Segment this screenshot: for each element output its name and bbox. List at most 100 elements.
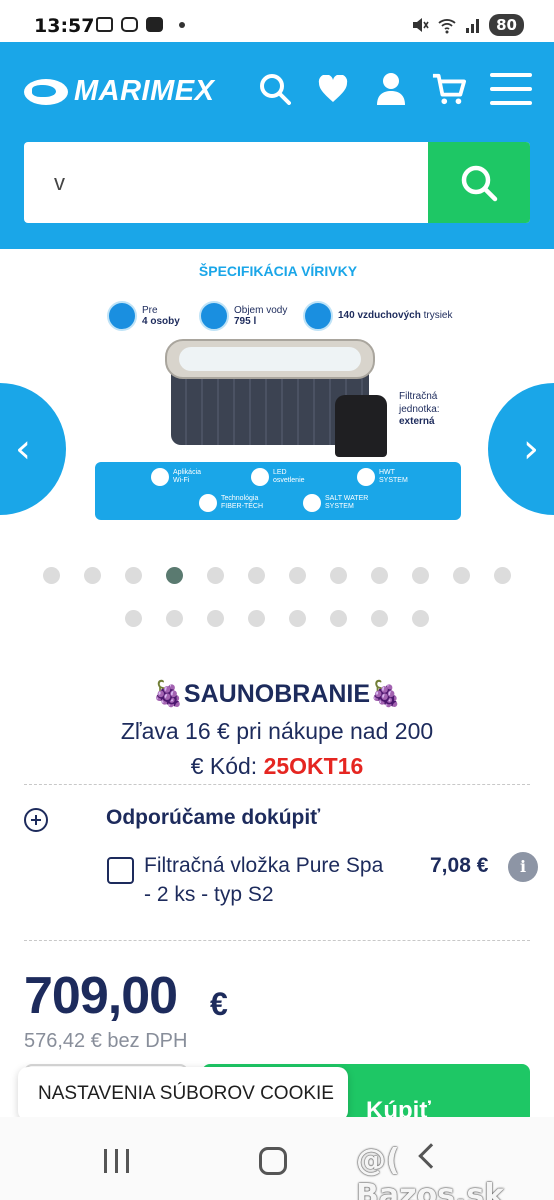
promo-line-2: € Kód: 25OKT16 bbox=[0, 753, 554, 780]
gallery-dot[interactable] bbox=[166, 610, 183, 627]
calendar-icon bbox=[96, 17, 113, 32]
search-input[interactable] bbox=[24, 142, 428, 223]
price-currency: € bbox=[210, 986, 228, 1022]
water-volume-icon bbox=[199, 301, 229, 331]
badge-fiber: Technológia FIBER-TECH bbox=[199, 494, 263, 512]
wifi-app-icon bbox=[151, 468, 169, 486]
promo-code: 25OKT16 bbox=[263, 753, 364, 779]
wifi-icon bbox=[438, 19, 456, 34]
instagram-icon bbox=[121, 17, 138, 32]
gallery-dot[interactable] bbox=[125, 567, 142, 584]
divider bbox=[24, 784, 530, 785]
gallery-image[interactable]: ŠPECIFIKÁCIA VÍRIVKY Pre 4 osoby Objem vo… bbox=[95, 257, 461, 527]
gallery-dot[interactable] bbox=[453, 567, 470, 584]
chevron-left-icon: ‹ bbox=[15, 426, 31, 472]
gallery-next-button[interactable]: › bbox=[488, 383, 554, 515]
gallery-dot[interactable] bbox=[289, 567, 306, 584]
product-price: 709,00 bbox=[24, 967, 178, 1025]
recommend-title[interactable]: Odporúčame dokúpiť bbox=[106, 806, 320, 830]
gallery-prev-button[interactable]: ‹ bbox=[0, 383, 66, 515]
gallery-dot[interactable] bbox=[330, 567, 347, 584]
hamburger-menu-icon bbox=[490, 73, 532, 105]
gallery-dot[interactable] bbox=[330, 610, 347, 627]
logo-text: MARIMEX bbox=[74, 75, 215, 107]
gallery-dot[interactable] bbox=[412, 567, 429, 584]
gallery-dot[interactable] bbox=[84, 567, 101, 584]
features-box: Aplikácia Wi-Fi LED osvetlenie HWT SYSTEM T… bbox=[95, 462, 461, 520]
search-bar bbox=[24, 142, 530, 223]
addon-item-name[interactable]: Filtračná vložka Pure Spa - 2 ks - typ S… bbox=[144, 852, 394, 910]
badge-hwt: HWT SYSTEM bbox=[357, 468, 408, 486]
search-submit-button[interactable] bbox=[428, 142, 530, 223]
divider bbox=[24, 940, 530, 941]
promo-line-1: Zľava 16 € pri nákupe nad 200 bbox=[120, 718, 434, 744]
search-icon bbox=[260, 74, 291, 105]
account-button[interactable] bbox=[374, 70, 408, 108]
promo-code-prefix: € Kód: bbox=[190, 753, 264, 779]
spec-jets: 140 vzduchových trysiek bbox=[303, 301, 453, 331]
cart-icon bbox=[432, 73, 466, 105]
volume-label: Objem vody bbox=[234, 304, 288, 316]
header-icons bbox=[258, 70, 532, 108]
gallery-dot[interactable] bbox=[494, 567, 511, 584]
addon-checkbox[interactable] bbox=[107, 857, 134, 884]
gallery-dot-active[interactable] bbox=[166, 567, 183, 584]
cookie-settings-button[interactable]: NASTAVENIA SÚBOROV COOKIE bbox=[18, 1067, 348, 1121]
fiber-tech-icon bbox=[199, 494, 217, 512]
battery-indicator: 80 bbox=[489, 14, 524, 36]
search-icon bbox=[461, 165, 498, 201]
globe-logo-icon bbox=[24, 78, 68, 105]
site-header: MARIMEX bbox=[0, 42, 554, 249]
person-icon bbox=[107, 301, 137, 331]
gallery-dot[interactable] bbox=[289, 610, 306, 627]
gallery-dot[interactable] bbox=[371, 610, 388, 627]
plus-circle-icon[interactable] bbox=[24, 808, 48, 832]
spec-persons: Pre 4 osoby bbox=[107, 301, 180, 331]
badge-wifi: Aplikácia Wi-Fi bbox=[151, 468, 201, 486]
status-bar: 13:57 80 bbox=[0, 0, 554, 42]
jets-label: trysiek bbox=[423, 310, 453, 322]
gallery-dot[interactable] bbox=[207, 610, 224, 627]
youtube-icon bbox=[146, 17, 163, 32]
gallery-dots-row-2 bbox=[0, 610, 554, 627]
promo-title: 🍇SAUNOBRANIE🍇 bbox=[152, 680, 402, 708]
home-icon[interactable] bbox=[259, 1147, 287, 1175]
gallery-dot[interactable] bbox=[412, 610, 429, 627]
wishlist-button[interactable] bbox=[316, 70, 350, 108]
spec-volume: Objem vody 795 l bbox=[199, 301, 287, 331]
gallery-dots-row-1 bbox=[0, 567, 554, 584]
badge-salt: SALT WATER SYSTEM bbox=[303, 494, 368, 512]
gallery-dot[interactable] bbox=[248, 567, 265, 584]
filter-label: Filtračná jednotka: externá bbox=[399, 391, 440, 427]
info-icon[interactable]: i bbox=[508, 852, 538, 882]
product-gallery: ŠPECIFIKÁCIA VÍRIVKY Pre 4 osoby Objem vo… bbox=[0, 249, 554, 544]
badge-led: LED osvetlenie bbox=[251, 468, 305, 486]
chevron-right-icon: › bbox=[523, 426, 539, 472]
mute-icon bbox=[413, 18, 429, 32]
persons-label: Pre bbox=[142, 304, 158, 316]
gallery-dot[interactable] bbox=[43, 567, 60, 584]
persons-value: 4 osoby bbox=[142, 316, 180, 327]
gallery-dot[interactable] bbox=[125, 610, 142, 627]
spec-title: ŠPECIFIKÁCIA VÍRIVKY bbox=[198, 263, 358, 279]
user-icon bbox=[377, 73, 405, 105]
gallery-dot[interactable] bbox=[248, 610, 265, 627]
header-search-button[interactable] bbox=[258, 70, 292, 108]
android-nav-bar: @( Bazos.sk bbox=[0, 1117, 554, 1200]
gallery-dot[interactable] bbox=[207, 567, 224, 584]
cookie-settings-label: NASTAVENIA SÚBOROV COOKIE bbox=[38, 1083, 334, 1104]
marimex-logo[interactable]: MARIMEX bbox=[24, 75, 214, 108]
filter-pump-image bbox=[335, 395, 387, 457]
gallery-dot[interactable] bbox=[371, 567, 388, 584]
jets-value: 140 vzduchových bbox=[338, 310, 421, 322]
heart-icon bbox=[318, 75, 348, 102]
cart-button[interactable] bbox=[432, 70, 466, 108]
recent-apps-icon[interactable] bbox=[104, 1149, 129, 1173]
signal-icon bbox=[466, 19, 480, 33]
hwt-icon bbox=[357, 468, 375, 486]
bazos-watermark: @( Bazos.sk bbox=[356, 1143, 505, 1200]
menu-button[interactable] bbox=[490, 70, 532, 108]
status-icons-left bbox=[96, 17, 185, 32]
status-time: 13:57 bbox=[34, 15, 95, 37]
volume-value: 795 l bbox=[234, 316, 257, 327]
